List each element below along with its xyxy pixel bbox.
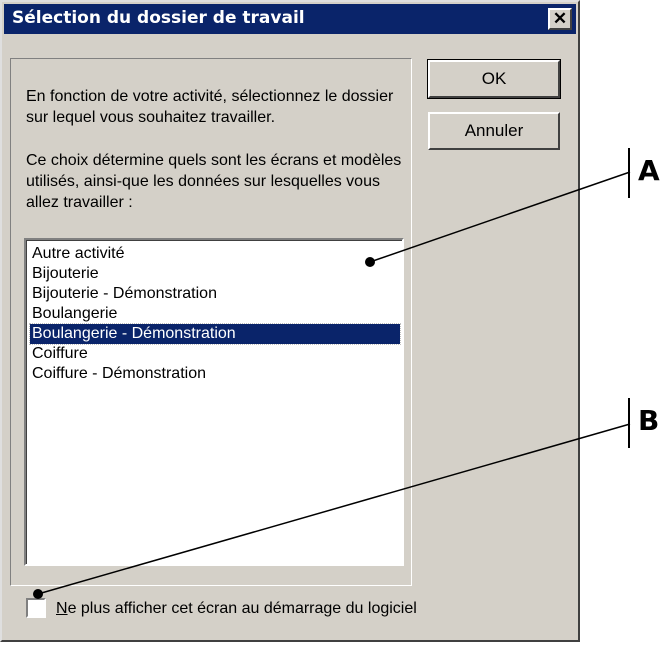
- callout-leader-lines: [33, 171, 631, 599]
- callout-b-dot: [33, 589, 43, 599]
- callout-a-letter: A: [638, 154, 660, 187]
- callout-a-leader: [369, 171, 631, 263]
- callout-b-letter: B: [638, 404, 660, 437]
- callout-b-bar: [628, 398, 630, 448]
- callout-a-dot: [365, 257, 375, 267]
- callout-a-bar: [628, 148, 630, 198]
- callout-b-leader: [37, 423, 631, 595]
